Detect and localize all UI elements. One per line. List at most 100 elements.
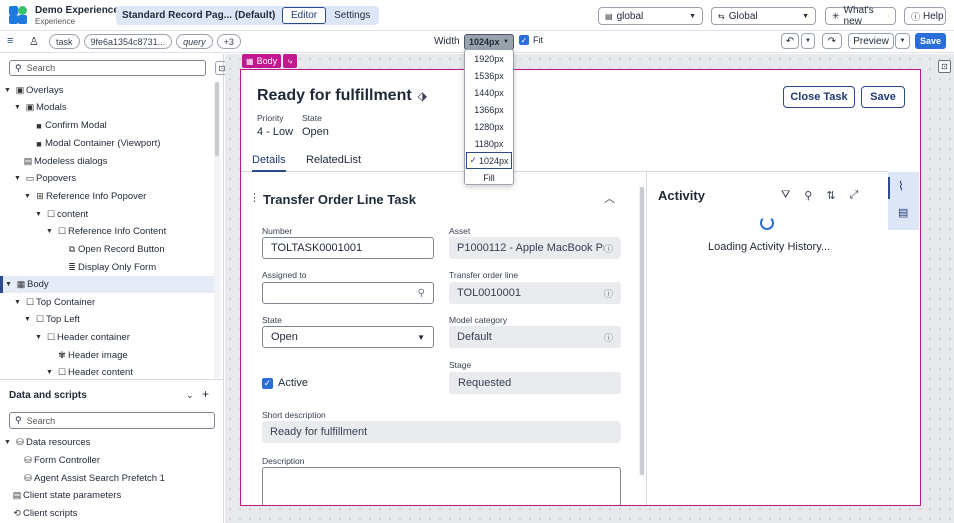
transfer-order-line-label: Transfer order line [449, 270, 519, 280]
tag-icon[interactable]: ⬗ [418, 89, 427, 103]
width-option-fill[interactable]: Fill [465, 169, 513, 186]
tree-item-display-only-form[interactable]: ≣ Display Only Form [66, 259, 156, 276]
sort-icon[interactable]: ⇅ [826, 189, 835, 202]
width-option-1280[interactable]: 1280px [465, 118, 513, 135]
page-frame: Ready for fulfillment ⬗ Priority 4 - Low… [240, 69, 921, 506]
add-icon[interactable]: + [202, 387, 209, 401]
tree-item-modals[interactable]: ▼ ▣ Modals [14, 99, 67, 116]
tree-item-header-content[interactable]: ▼ ☐ Header content [46, 364, 133, 379]
tree-item-top-container[interactable]: ▼ ☐ Top Container [14, 294, 95, 311]
model-category-field[interactable]: Default ⓘ [449, 326, 621, 348]
chevron-down-icon[interactable]: ⌄ [186, 390, 194, 401]
preview-button[interactable]: Preview [848, 33, 894, 49]
search-field[interactable]: ⚲ Search [9, 60, 206, 76]
tree-item-modal-container[interactable]: ■ Modal Container (Viewport) [33, 135, 160, 152]
width-option-1536[interactable]: 1536px [465, 67, 513, 84]
scrollbar-thumb[interactable] [215, 82, 219, 156]
tree-item-open-record-button[interactable]: ⧉ Open Record Button [66, 241, 165, 258]
width-option-1440[interactable]: 1440px [465, 84, 513, 101]
fit-checkbox[interactable]: ✓ Fit [519, 35, 543, 45]
state-select[interactable]: Open ▼ [262, 326, 434, 348]
chevron-up-icon[interactable]: ︿ [604, 190, 615, 206]
preview-menu-button[interactable]: ▼ [895, 33, 910, 49]
number-input[interactable]: TOLTASK0001001 [262, 237, 434, 259]
width-option-1180[interactable]: 1180px [465, 135, 513, 152]
data-item-form-controller[interactable]: ⛁ Form Controller [22, 452, 100, 469]
undo-button[interactable]: ↶ [781, 33, 799, 49]
tree-item-header-container[interactable]: ▼ ☐ Header container [35, 329, 130, 346]
expand-icon[interactable]: ⤢ [850, 189, 859, 202]
width-value: 1024px [469, 37, 500, 47]
document-icon[interactable]: ▤ [898, 206, 908, 219]
state-value: Open [302, 126, 329, 138]
transfer-order-line-field[interactable]: TOL0010001 ⓘ [449, 282, 621, 304]
expand-panel-icon[interactable]: ⊡ [938, 60, 951, 73]
info-icon[interactable]: ⓘ [604, 242, 613, 255]
description-textarea[interactable] [262, 467, 621, 505]
tree-item-modeless-dialogs[interactable]: ▤ Modeless dialogs [22, 153, 108, 170]
width-option-1366[interactable]: 1366px [465, 101, 513, 118]
active-label: Active [278, 377, 308, 389]
close-task-button[interactable]: Close Task [783, 86, 855, 108]
tree-item-header-image[interactable]: ✾ Header image [56, 347, 127, 364]
tree-item-popovers[interactable]: ▼ ▭ Popovers [14, 170, 76, 187]
record-save-button[interactable]: Save [861, 86, 905, 108]
attachment-icon[interactable]: ⌇ [898, 179, 904, 193]
scrollbar-thumb[interactable] [640, 187, 644, 475]
select-parent-icon[interactable]: ⤷ [283, 54, 298, 68]
help-button[interactable]: ⓘ Help [904, 7, 946, 25]
drag-handle-icon[interactable]: ⋮ [249, 191, 260, 204]
save-button[interactable]: Save [915, 33, 946, 49]
context-chip-sysid[interactable]: 9fe6a1354c8731... [83, 34, 173, 49]
width-option-1024[interactable]: ✓ 1024px [466, 152, 512, 169]
redo-button[interactable]: ↷ [822, 33, 842, 49]
data-item-client-scripts[interactable]: ⟲ Client scripts [11, 505, 77, 522]
flask-icon[interactable]: ♙ [29, 35, 39, 48]
info-icon[interactable]: ⓘ [604, 331, 613, 344]
width-select[interactable]: 1024px ▼ [464, 34, 514, 50]
tree-item-reference-info-content[interactable]: ▼ ☐ Reference Info Content [46, 223, 166, 240]
tree-item-confirm-modal[interactable]: ■ Confirm Modal [33, 117, 107, 134]
body-tag[interactable]: ▦ Body [242, 54, 282, 68]
tree-scrollbar[interactable] [214, 82, 220, 378]
form-scrollbar[interactable] [639, 186, 645, 476]
app-scope-select[interactable]: ⇆ Global ▼ [711, 7, 816, 25]
page-selector[interactable]: Standard Record Pag... (Default) ▼ [116, 6, 293, 25]
filter-icon[interactable]: ⛛ [781, 189, 790, 202]
tab-editor[interactable]: Editor [282, 7, 327, 24]
search-icon[interactable]: ⚲ [804, 189, 812, 202]
tree-item-top-left[interactable]: ▼ ☐ Top Left [24, 311, 80, 328]
info-icon[interactable]: ⓘ [604, 287, 613, 300]
scope-select[interactable]: ▤ global ▼ [598, 7, 703, 25]
chevron-down-icon: ▼ [802, 12, 809, 20]
app-logo-icon [9, 6, 27, 24]
asset-field[interactable]: P1000112 - Apple MacBook Pr ⓘ [449, 237, 621, 259]
tree-item-reference-info-popover[interactable]: ▼ ⊞ Reference Info Popover [24, 188, 146, 205]
search-icon[interactable]: ⚲ [418, 288, 425, 299]
tree-item-overlays[interactable]: ▼ ▣ Overlays [4, 82, 63, 99]
width-option-1920[interactable]: 1920px [465, 50, 513, 67]
assigned-to-input[interactable]: ⚲ [262, 282, 434, 304]
context-chip-table[interactable]: task [49, 34, 80, 49]
data-item-client-state[interactable]: ▤ Client state parameters [11, 487, 121, 504]
context-chip-more[interactable]: +3 [216, 34, 241, 49]
active-checkbox[interactable]: ✓ Active [262, 377, 308, 389]
container-icon: ☐ [46, 332, 56, 342]
data-item-agent-assist[interactable]: ⛁ Agent Assist Search Prefetch 1 [22, 470, 165, 487]
tab-details[interactable]: Details [252, 154, 286, 172]
undo-menu-button[interactable]: ▼ [801, 33, 815, 49]
tab-related-list[interactable]: RelatedList [306, 154, 361, 166]
model-category-label: Model category [449, 315, 508, 325]
short-description-field[interactable]: Ready for fulfillment [262, 421, 621, 443]
tab-settings[interactable]: Settings [326, 7, 378, 24]
data-search-field[interactable]: ⚲ Search [9, 412, 215, 429]
transfer-order-line-value: TOL0010001 [457, 287, 522, 299]
context-chip-query[interactable]: query [176, 34, 213, 49]
menu-icon[interactable]: ≡ [7, 35, 13, 47]
tree-item-content[interactable]: ▼ ☐ content [35, 206, 88, 223]
whats-new-button[interactable]: ✳ What's new [825, 5, 896, 27]
sparkle-icon: ✳ [832, 10, 840, 21]
tree-item-body[interactable]: ▼ ▦ Body [0, 276, 214, 293]
popover-icon: ▭ [25, 173, 35, 183]
data-item-data-resources[interactable]: ▼ ⛁ Data resources [4, 434, 90, 451]
